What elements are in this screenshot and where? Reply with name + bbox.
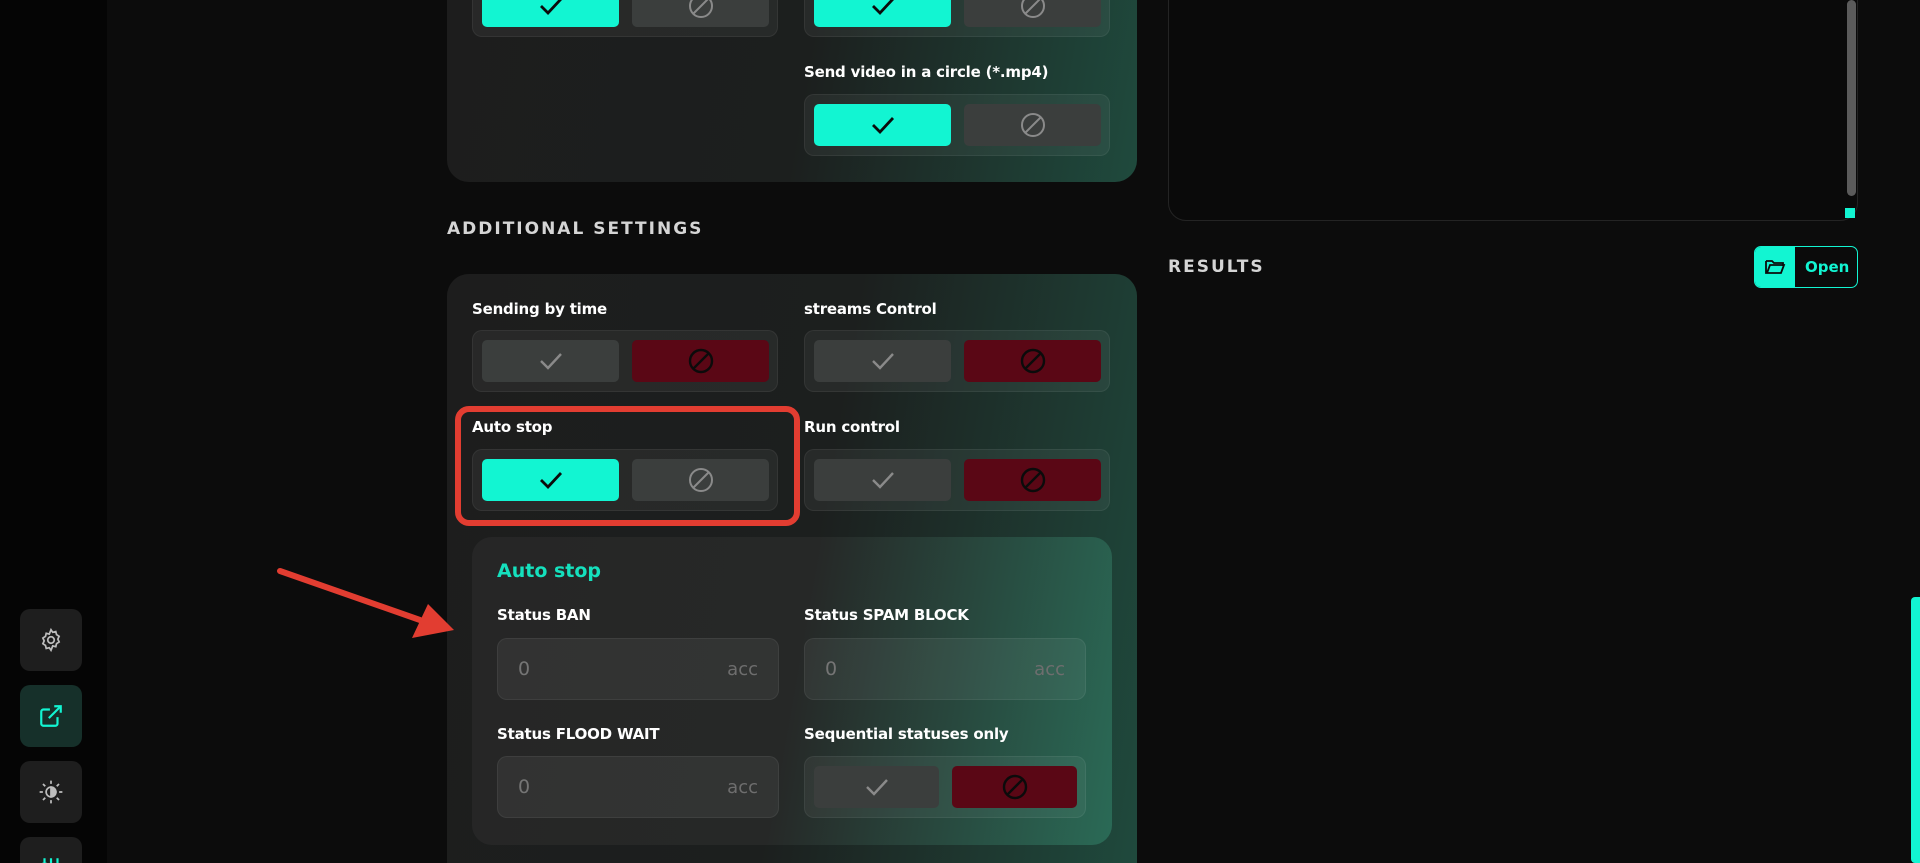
annotation-arrow-icon: [277, 568, 454, 638]
status-ban-label: Status BAN: [497, 606, 591, 624]
media-toggle-right: [804, 0, 1110, 37]
status-spam-block-unit: acc: [1034, 659, 1065, 680]
status-flood-wait-unit: acc: [727, 777, 758, 798]
status-spam-block-field: acc: [804, 638, 1086, 700]
disable-button[interactable]: [632, 340, 769, 382]
enable-button[interactable]: [814, 766, 939, 808]
ban-icon: [688, 0, 713, 18]
enable-button[interactable]: [814, 0, 951, 27]
additional-settings-title: ADDITIONAL SETTINGS: [447, 219, 704, 239]
check-icon: [539, 353, 562, 370]
disable-button[interactable]: [964, 0, 1101, 27]
ban-icon: [1020, 467, 1045, 493]
ban-icon: [688, 348, 713, 374]
adjust-button[interactable]: [20, 837, 82, 863]
page-scrollbar[interactable]: [1911, 597, 1920, 863]
sending-by-time-label: Sending by time: [472, 300, 608, 318]
streams-control-label: streams Control: [804, 300, 937, 318]
disable-button[interactable]: [632, 0, 769, 27]
check-icon: [865, 779, 888, 796]
run-control-toggle: [804, 449, 1110, 511]
sidebar: [0, 0, 107, 863]
enable-button[interactable]: [814, 459, 951, 501]
status-ban-field: acc: [497, 638, 779, 700]
log-scrollbar[interactable]: [1847, 0, 1856, 196]
ban-icon: [1020, 0, 1045, 18]
status-flood-wait-label: Status FLOOD WAIT: [497, 725, 660, 743]
ban-icon: [1020, 113, 1045, 137]
check-icon: [871, 0, 894, 16]
send-video-label: Send video in a circle (*.mp4): [804, 63, 1049, 81]
disable-button[interactable]: [952, 766, 1077, 808]
open-results-button[interactable]: Open: [1754, 246, 1858, 288]
settings-button[interactable]: [20, 609, 82, 671]
streams-control-toggle: [804, 330, 1110, 392]
run-control-label: Run control: [804, 418, 900, 436]
enable-button[interactable]: [814, 340, 951, 382]
theme-button[interactable]: [20, 761, 82, 823]
disable-button[interactable]: [964, 459, 1101, 501]
enable-button[interactable]: [482, 340, 619, 382]
sequential-statuses-toggle: [804, 756, 1086, 818]
sending-by-time-toggle: [472, 330, 778, 392]
highlight-box: [455, 406, 800, 526]
check-icon: [871, 353, 894, 370]
check-icon: [871, 472, 894, 489]
ban-icon: [1020, 348, 1045, 374]
enable-button[interactable]: [482, 0, 619, 27]
ban-icon: [1002, 774, 1027, 800]
sequential-statuses-label: Sequential statuses only: [804, 725, 1009, 743]
send-video-toggle: [804, 94, 1110, 156]
open-label: Open: [1805, 258, 1850, 276]
results-title: RESULTS: [1168, 257, 1265, 277]
resize-handle[interactable]: [1845, 208, 1855, 218]
status-ban-unit: acc: [727, 659, 758, 680]
folder-open-icon: [1765, 260, 1786, 274]
sun-moon-icon: [39, 780, 63, 804]
log-textarea[interactable]: [1168, 0, 1858, 221]
disable-button[interactable]: [964, 104, 1101, 146]
disable-button[interactable]: [964, 340, 1101, 382]
export-button[interactable]: [20, 685, 82, 747]
status-spam-block-label: Status SPAM BLOCK: [804, 606, 969, 624]
external-link-icon: [40, 705, 62, 727]
auto-stop-panel-title: Auto stop: [497, 560, 602, 582]
check-icon: [539, 0, 562, 16]
check-icon: [871, 117, 894, 135]
open-icon-part: [1755, 247, 1795, 287]
enable-button[interactable]: [814, 104, 951, 146]
status-flood-wait-field: acc: [497, 756, 779, 818]
sliders-icon: [42, 858, 59, 863]
media-toggle-left: [472, 0, 778, 37]
gear-icon: [41, 627, 61, 653]
